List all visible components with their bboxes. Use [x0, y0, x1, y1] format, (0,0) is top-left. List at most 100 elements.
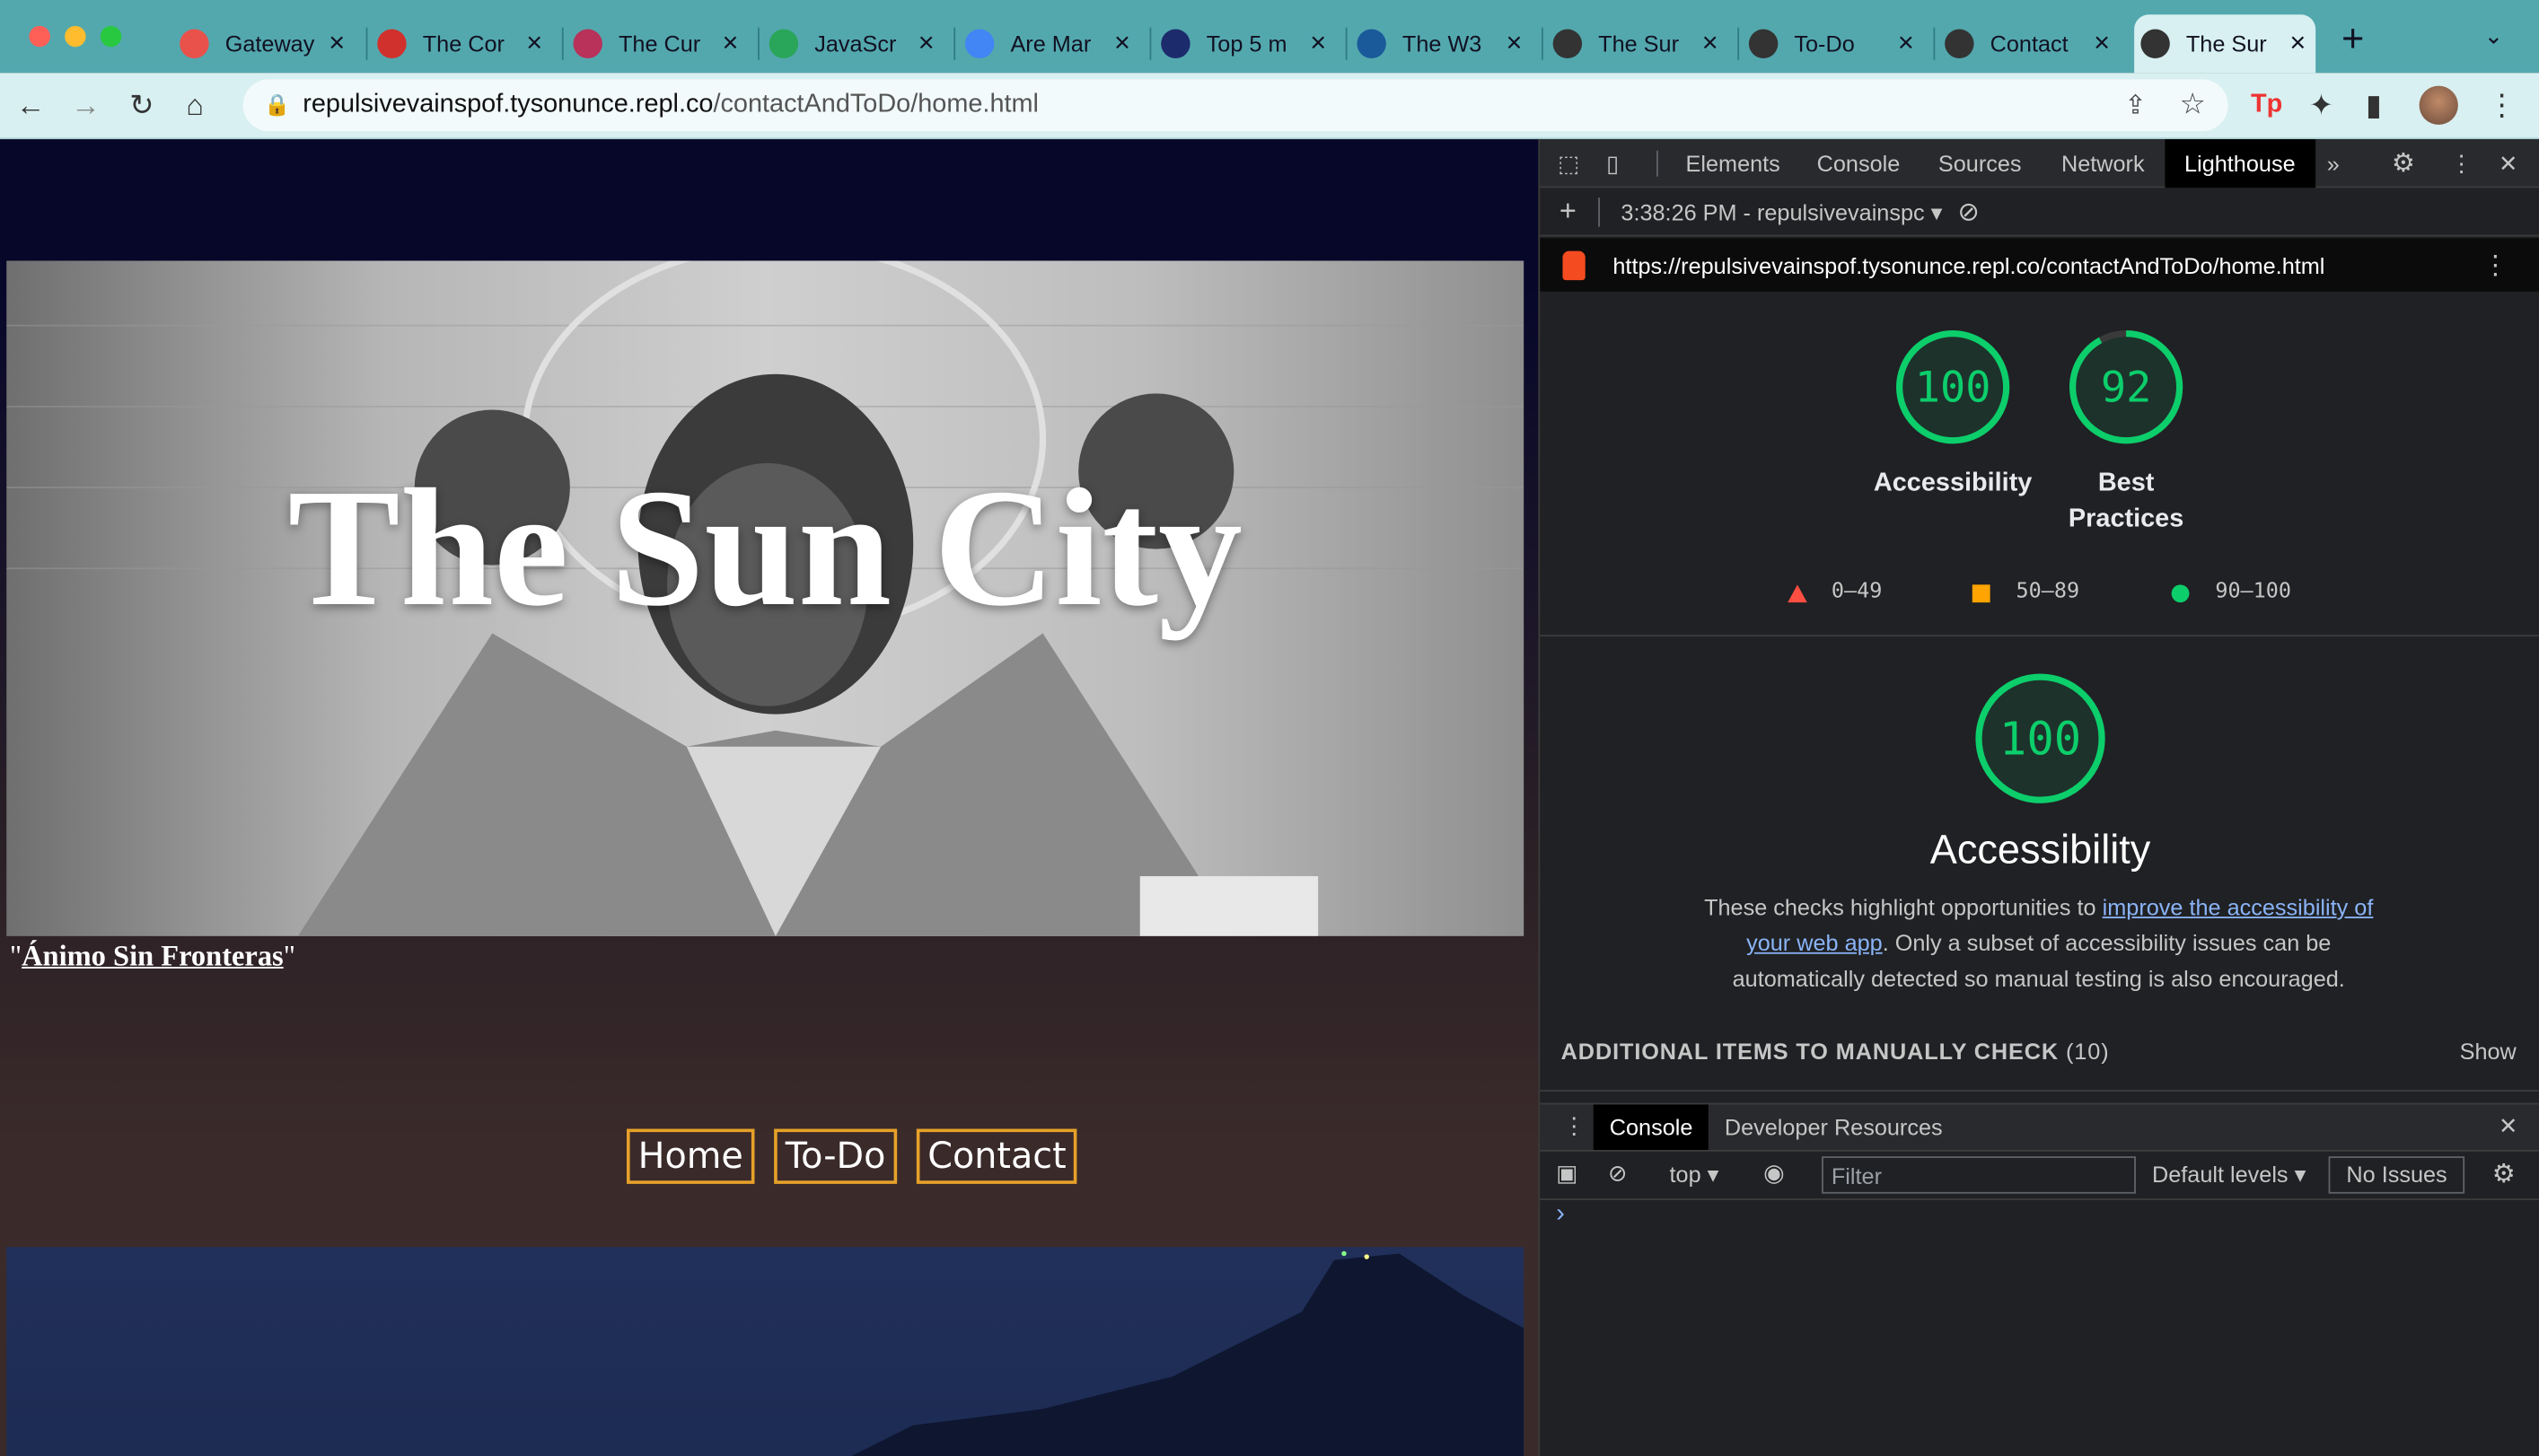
- tab-title: The Sur: [2185, 31, 2267, 57]
- tab-lighthouse[interactable]: Lighthouse: [2165, 139, 2315, 189]
- close-tab-icon[interactable]: ×: [2289, 28, 2306, 60]
- tab-title: The W3: [1401, 31, 1482, 57]
- tab-elements[interactable]: Elements: [1686, 151, 1780, 177]
- sidebar-toggle-icon[interactable]: ▣: [1556, 1160, 1577, 1188]
- new-tab-button[interactable]: +: [2341, 18, 2364, 64]
- browser-tab[interactable]: The Cur ×: [567, 14, 748, 73]
- mountain-photo: [6, 1247, 1524, 1456]
- drawer-tab-console[interactable]: Console: [1593, 1104, 1709, 1150]
- report-selector[interactable]: 3:38:26 PM - repulsivevainspc ▾: [1621, 199, 1942, 227]
- clear-console-icon[interactable]: ⊘: [1608, 1160, 1627, 1188]
- share-icon[interactable]: ⇪: [2124, 89, 2146, 121]
- clear-reports-icon[interactable]: ⊘: [1958, 196, 1980, 228]
- close-tab-icon[interactable]: ×: [1310, 28, 1326, 60]
- lock-icon: 🔒: [263, 92, 291, 117]
- browser-tab[interactable]: The Sur ×: [2134, 14, 2316, 74]
- console-toolbar: ▣ ⊘ top ▾ ◉ Filter Default levels ▾ No I…: [1540, 1152, 2539, 1200]
- browser-tab[interactable]: The Cor ×: [371, 14, 552, 73]
- nav-home-link[interactable]: Home: [626, 1128, 755, 1184]
- more-tabs-icon[interactable]: »: [2327, 151, 2340, 177]
- corona-icon: [377, 29, 407, 58]
- close-tab-icon[interactable]: ×: [1506, 28, 1522, 60]
- device-toolbar-icon[interactable]: ▯: [1606, 151, 1619, 179]
- tagline-link[interactable]: Ánimo Sin Fronteras: [22, 939, 284, 971]
- forward-arrow-icon[interactable]: →: [71, 89, 100, 121]
- reload-icon[interactable]: ↻: [129, 89, 154, 121]
- close-tab-icon[interactable]: ×: [918, 28, 935, 60]
- context-selector[interactable]: top ▾: [1670, 1162, 1719, 1189]
- new-report-plus-icon[interactable]: +: [1559, 195, 1577, 229]
- zoom-window-button[interactable]: [100, 25, 122, 48]
- tab-sources[interactable]: Sources: [1938, 151, 2022, 177]
- console-settings-gear-icon[interactable]: ⚙: [2492, 1158, 2516, 1190]
- globe-icon: [1552, 29, 1583, 58]
- mountain-silhouette: [851, 1250, 1524, 1456]
- nav-todo-link[interactable]: To-Do: [774, 1128, 897, 1184]
- browser-tab[interactable]: To-Do ×: [1743, 14, 1924, 73]
- close-tab-icon[interactable]: ×: [1114, 28, 1130, 60]
- issues-button[interactable]: No Issues: [2328, 1156, 2465, 1194]
- drawer-menu-icon[interactable]: ⋮: [1562, 1112, 1585, 1140]
- inspect-element-icon[interactable]: ⬚: [1558, 151, 1579, 179]
- nav-contact-link[interactable]: Contact: [916, 1128, 1078, 1184]
- tab-title: The Cur: [618, 31, 701, 57]
- log-levels-dropdown[interactable]: Default levels ▾: [2152, 1162, 2306, 1189]
- legend-pass: 90–100: [2215, 579, 2292, 604]
- console-drawer-tabs: ⋮ Console Developer Resources ✕: [1540, 1102, 2539, 1152]
- address-bar[interactable]: 🔒 repulsivevainspof.tysonunce.repl.co/co…: [242, 79, 2228, 132]
- browser-tab[interactable]: Are Mar ×: [959, 14, 1140, 73]
- tab-console[interactable]: Console: [1817, 151, 1901, 177]
- category-description: These checks highlight opportunities to …: [1704, 893, 2374, 992]
- divider: [1540, 1090, 2539, 1092]
- tab-separator: [1933, 27, 1936, 60]
- globe-icon: [1945, 29, 1974, 58]
- browser-tab[interactable]: The Sur ×: [1546, 14, 1727, 73]
- browser-tab[interactable]: The W3 ×: [1350, 14, 1532, 73]
- main-gauge-ring: 100: [1975, 673, 2105, 803]
- tab-separator: [758, 27, 760, 60]
- browser-tab[interactable]: JavaScr ×: [762, 14, 944, 73]
- tab-separator: [1149, 27, 1152, 60]
- devtools-menu-icon[interactable]: ⋮: [2450, 151, 2473, 179]
- close-tab-icon[interactable]: ×: [1702, 28, 1718, 60]
- browser-tab[interactable]: Top 5 m ×: [1155, 14, 1336, 73]
- close-window-button[interactable]: [29, 25, 50, 48]
- tab-title: Contact: [1990, 31, 2069, 57]
- tab-separator: [953, 27, 956, 60]
- side-panel-icon[interactable]: ▮: [2366, 89, 2382, 121]
- browser-menu-icon[interactable]: ⋮: [2487, 89, 2516, 121]
- settings-gear-icon[interactable]: ⚙: [2392, 147, 2415, 180]
- close-tab-icon[interactable]: ×: [1898, 28, 1914, 60]
- extension-tp-icon[interactable]: Tp: [2251, 89, 2282, 121]
- home-icon[interactable]: ⌂: [186, 89, 204, 121]
- live-expression-eye-icon[interactable]: ◉: [1763, 1158, 1785, 1188]
- manual-checks-heading: ADDITIONAL ITEMS TO MANUALLY CHECK (10): [1560, 1038, 2110, 1065]
- profile-avatar[interactable]: [2419, 85, 2458, 125]
- console-filter-input[interactable]: Filter: [1822, 1156, 2136, 1194]
- close-tab-icon[interactable]: ×: [2094, 28, 2110, 60]
- tab-separator: [1737, 27, 1740, 60]
- show-manual-items-button[interactable]: Show: [2460, 1038, 2517, 1064]
- drawer-tab-developer-resources[interactable]: Developer Resources: [1725, 1114, 1943, 1140]
- close-tab-icon[interactable]: ×: [526, 28, 542, 60]
- minimize-window-button[interactable]: [65, 25, 86, 48]
- gauge-value: 100: [1915, 363, 1991, 412]
- back-arrow-icon[interactable]: ←: [16, 89, 45, 121]
- close-tab-icon[interactable]: ×: [329, 28, 345, 60]
- rv-icon: [573, 29, 602, 58]
- extensions-puzzle-icon[interactable]: ✦: [2309, 89, 2333, 121]
- tab-title: Top 5 m: [1206, 31, 1287, 57]
- close-drawer-icon[interactable]: ✕: [2499, 1112, 2517, 1140]
- close-devtools-icon[interactable]: ✕: [2499, 151, 2517, 179]
- bookmark-star-icon[interactable]: ☆: [2180, 87, 2206, 121]
- browser-tab[interactable]: Contact ×: [1938, 14, 2120, 73]
- tab-network[interactable]: Network: [2061, 151, 2145, 177]
- console-prompt[interactable]: ›: [1556, 1200, 1565, 1229]
- report-menu-icon[interactable]: ⋮: [2482, 250, 2508, 282]
- hero-image: The Sun City: [6, 260, 1524, 936]
- close-tab-icon[interactable]: ×: [723, 28, 739, 60]
- divider: [1656, 150, 1658, 177]
- browser-tab[interactable]: Gateway ×: [173, 14, 355, 73]
- a-icon: [1161, 29, 1190, 58]
- tab-search-chevron-icon[interactable]: ⌄: [2484, 22, 2503, 50]
